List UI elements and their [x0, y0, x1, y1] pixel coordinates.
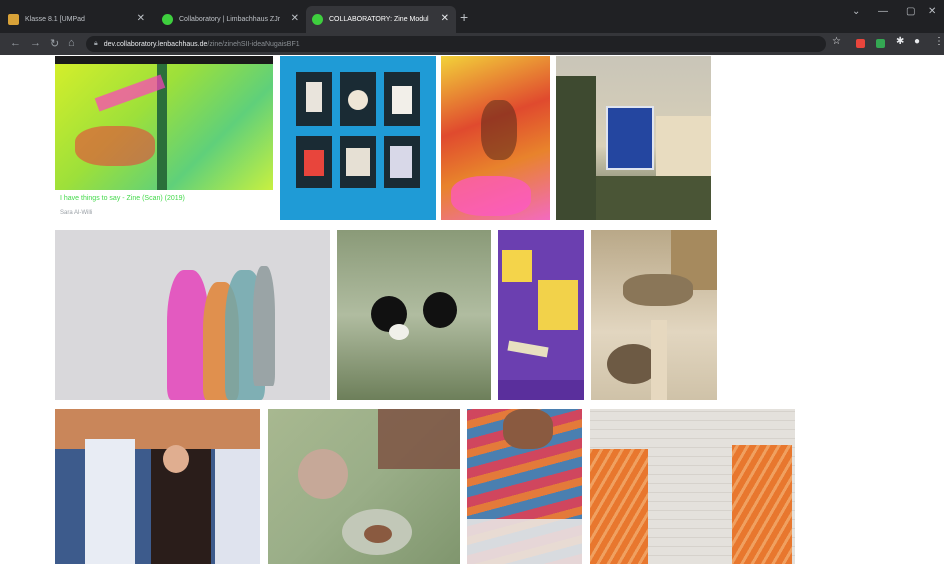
- new-tab-button[interactable]: +: [460, 9, 468, 25]
- close-icon[interactable]: ✕: [441, 13, 449, 24]
- collaboratory-icon: [312, 14, 323, 25]
- close-icon[interactable]: ✕: [291, 13, 299, 24]
- white-fabric: [467, 519, 582, 564]
- featured-subcaption: Sara Al-Willi: [60, 210, 93, 216]
- face-shape: [163, 445, 189, 473]
- fabric-dark-shape: [481, 100, 517, 160]
- zine-dark-edge: [55, 56, 273, 64]
- address-bar[interactable]: 🔒︎ dev.collaboratory.lenbachhaus.de /zin…: [86, 36, 826, 52]
- tab-zine-modul[interactable]: COLLABORATORY: Zine Modul ✕: [306, 6, 456, 33]
- rabbits-thumbnail[interactable]: [337, 230, 491, 400]
- lock-icon: 🔒︎: [94, 40, 98, 47]
- draped-figures-thumbnail[interactable]: [55, 230, 330, 400]
- maximize-icon[interactable]: ▢: [906, 6, 915, 17]
- cat-top: [623, 274, 693, 306]
- extensions-puzzle-icon[interactable]: ✱: [896, 36, 904, 47]
- cheese-plate-thumbnail[interactable]: [498, 230, 584, 400]
- colorful-fabric-thumbnail[interactable]: [441, 56, 550, 220]
- cats-thumbnail[interactable]: [591, 230, 717, 400]
- knife-blade: [507, 340, 549, 358]
- street-sign-thumbnail[interactable]: [556, 56, 711, 220]
- orange-towel-left: [590, 449, 648, 564]
- forward-icon[interactable]: →: [30, 37, 41, 49]
- featured-caption[interactable]: I have things to say - Zine (Scan) (2019…: [60, 195, 185, 202]
- building-shape: [656, 116, 711, 176]
- orange-towel-right: [732, 445, 792, 564]
- officer-figure: [85, 439, 135, 564]
- tab-collaboratory[interactable]: Collaboratory | Limbachhaus ZJr ✕: [156, 6, 306, 33]
- extension-green-icon[interactable]: [876, 39, 885, 48]
- wood-surface: [378, 409, 460, 469]
- reload-icon[interactable]: ↻: [50, 37, 59, 50]
- tab-label: COLLABORATORY: Zine Modul: [329, 16, 429, 23]
- tab-label: Collaboratory | Limbachhaus ZJr: [179, 16, 281, 23]
- cat-tree-post: [651, 320, 667, 400]
- zine-red-shape: [75, 126, 155, 166]
- grey-figure: [253, 266, 275, 386]
- fur-patch: [389, 324, 409, 340]
- cheese-cube: [502, 250, 532, 282]
- cabinet-item: [306, 82, 322, 112]
- cheese-cube: [538, 280, 578, 330]
- notepad-icon: [8, 14, 19, 25]
- zine-scan-thumbnail[interactable]: [55, 56, 273, 190]
- striped-textile-thumbnail[interactable]: [467, 409, 582, 564]
- minimize-icon[interactable]: —: [878, 6, 888, 17]
- cabinet-item: [304, 150, 324, 176]
- browser-toolbar: ← → ↻ ⌂ 🔒︎ dev.collaboratory.lenbachhaus…: [0, 33, 944, 55]
- tab-klasse[interactable]: Klasse 8.1 [UMPad ✕: [2, 6, 152, 33]
- plate-rim: [498, 380, 584, 400]
- extension-red-icon[interactable]: [856, 39, 865, 48]
- cabinet-item: [392, 86, 412, 114]
- tab-search-icon[interactable]: ⌄: [852, 6, 860, 17]
- back-icon[interactable]: ←: [10, 37, 21, 49]
- browser-tab-bar: Klasse 8.1 [UMPad ✕ Collaboratory | Limb…: [0, 0, 944, 33]
- tree-shape: [556, 76, 596, 220]
- food-item: [364, 525, 392, 543]
- cabinet-item: [390, 146, 412, 178]
- cabinet-item: [346, 148, 370, 176]
- collaboratory-icon: [162, 14, 173, 25]
- home-icon[interactable]: ⌂: [68, 37, 75, 49]
- rabbit-right: [423, 292, 457, 328]
- orange-towels-thumbnail[interactable]: [590, 409, 795, 564]
- crowd-police-thumbnail[interactable]: [55, 409, 260, 564]
- table-food-thumbnail[interactable]: [268, 409, 460, 564]
- window-close-icon[interactable]: ✕: [928, 6, 936, 17]
- zine-pink-shape: [94, 74, 166, 112]
- url-host: dev.collaboratory.lenbachhaus.de: [103, 40, 208, 48]
- bookmark-star-icon[interactable]: ☆: [832, 36, 841, 47]
- menu-icon[interactable]: ⋮: [934, 36, 944, 47]
- tab-label: Klasse 8.1 [UMPad: [25, 16, 85, 23]
- officer-figure: [215, 449, 260, 564]
- cabinet-item: [348, 90, 368, 110]
- bowl-shape: [298, 449, 348, 499]
- url-path: /zine/zinehSII-ideaNugaisBF1: [207, 40, 300, 48]
- hand-shape: [503, 409, 553, 449]
- hedge-shape: [596, 176, 711, 220]
- profile-icon[interactable]: ●: [914, 36, 920, 47]
- street-sign: [606, 106, 654, 170]
- close-icon[interactable]: ✕: [137, 13, 145, 24]
- blue-cabinet-thumbnail[interactable]: [280, 56, 436, 220]
- fabric-pink-shape: [451, 176, 531, 216]
